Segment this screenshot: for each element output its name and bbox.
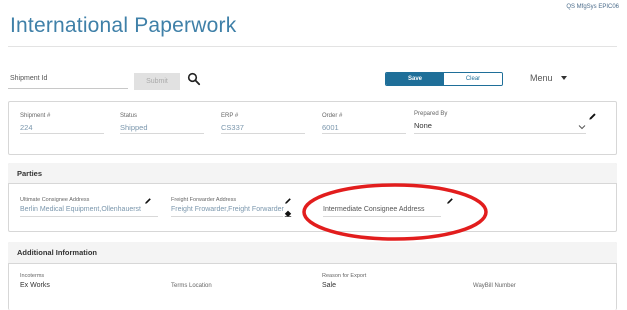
- menu-dropdown[interactable]: Menu: [530, 73, 567, 83]
- submit-button[interactable]: Submit: [134, 73, 180, 90]
- ultimate-consignee-label: Ultimate Consignee Address: [20, 197, 90, 203]
- save-clear-toggle: Save Clear: [385, 72, 503, 86]
- freight-forwarder-value: Freight Frowarder,Freight Forwarder: [171, 206, 284, 213]
- order-value: 6001: [322, 123, 339, 132]
- shipment-no-value: 224: [20, 123, 33, 132]
- reason-for-export-value[interactable]: Sale: [322, 282, 336, 289]
- prepared-by-underline: [414, 133, 586, 134]
- status-label: Status: [120, 113, 138, 119]
- status-value: Shipped: [120, 123, 148, 132]
- prepared-by-select[interactable]: None: [414, 121, 432, 130]
- order-underline: [322, 133, 406, 134]
- shipment-no-label: Shipment #: [20, 113, 51, 119]
- shipment-id-underline: [8, 88, 128, 89]
- app-tags: QS MfgSys EPIC06: [566, 4, 619, 10]
- edit-pencil-icon[interactable]: [588, 112, 597, 121]
- erp-value: CS337: [221, 123, 244, 132]
- shipment-no-underline: [20, 133, 104, 134]
- edit-pencil-icon[interactable]: [284, 197, 292, 205]
- terms-location-field[interactable]: Terms Location: [171, 283, 212, 289]
- status-underline: [120, 133, 204, 134]
- chevron-down-icon: [560, 76, 567, 80]
- shipment-id-input[interactable]: Shipment Id: [10, 75, 47, 82]
- edit-pencil-icon[interactable]: [144, 197, 152, 205]
- erp-label: ERP #: [221, 113, 239, 119]
- chevron-down-icon[interactable]: [578, 124, 586, 130]
- menu-label: Menu: [530, 73, 553, 83]
- annotation-highlight-ellipse: [302, 183, 488, 241]
- clear-button[interactable]: Clear: [444, 73, 502, 85]
- page-title: International Paperwork: [10, 14, 237, 37]
- freight-forwarder-underline: [171, 216, 283, 217]
- parties-header: Parties: [8, 163, 617, 184]
- ultimate-consignee-underline: [20, 216, 158, 217]
- freight-forwarder-label: Freight Forwarder Address: [171, 197, 237, 203]
- shipment-card: [8, 101, 617, 155]
- title-divider: [8, 46, 617, 47]
- eraser-icon[interactable]: [284, 209, 292, 217]
- waybill-number-field[interactable]: WayBill Number: [473, 283, 516, 289]
- order-label: Order #: [322, 113, 343, 119]
- prepared-by-label: Prepared By: [414, 111, 448, 117]
- incoterms-value[interactable]: Ex Works: [20, 282, 50, 289]
- reason-for-export-label: Reason for Export: [322, 273, 367, 279]
- save-button[interactable]: Save: [386, 73, 444, 85]
- incoterms-label: Incoterms: [20, 273, 45, 279]
- search-icon[interactable]: [187, 72, 201, 86]
- additional-info-header: Additional Information: [8, 242, 617, 264]
- ultimate-consignee-value: Berlin Medical Equipment,Ollenhauerst: [20, 206, 142, 213]
- erp-underline: [221, 133, 305, 134]
